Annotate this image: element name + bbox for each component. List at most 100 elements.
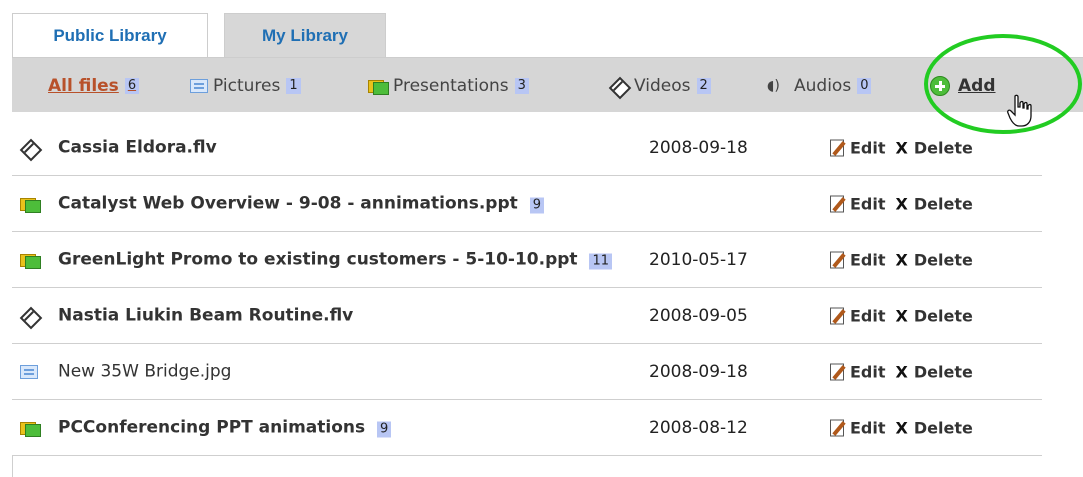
delete-label: Delete <box>913 418 973 437</box>
delete-x-icon: X <box>895 418 908 437</box>
delete-button[interactable]: X Delete <box>896 306 973 325</box>
library-tabs: Public Library My Library <box>12 13 386 58</box>
filter-audios-count: 0 <box>857 77 872 94</box>
picture-icon <box>190 78 208 93</box>
file-count-badge: 9 <box>529 197 544 213</box>
delete-x-icon: X <box>895 362 908 381</box>
row-actions: Edit X Delete <box>830 250 973 269</box>
delete-button[interactable]: X Delete <box>896 362 973 381</box>
edit-button[interactable]: Edit <box>830 138 886 157</box>
delete-x-icon: X <box>895 194 908 213</box>
file-name-link[interactable]: Cassia Eldora.flv <box>58 137 628 158</box>
file-count-badge: 9 <box>377 421 392 437</box>
row-actions: Edit X Delete <box>830 362 973 381</box>
filter-bar: All files 6 Pictures 1 Presentations 3 V… <box>12 57 1083 112</box>
table-row: Cassia Eldora.flv 2008-09-18 Edit X Dele… <box>12 120 1042 176</box>
delete-label: Delete <box>913 138 973 157</box>
presentation-icon <box>20 252 41 269</box>
edit-icon <box>830 307 848 325</box>
filter-videos-count: 2 <box>696 77 711 94</box>
edit-icon <box>830 419 848 437</box>
file-name-link[interactable]: GreenLight Promo to existing customers -… <box>58 249 628 270</box>
filter-pictures-label: Pictures <box>213 75 281 96</box>
file-date: 2008-09-18 <box>649 137 748 158</box>
table-row: Catalyst Web Overview - 9-08 - annimatio… <box>12 176 1042 232</box>
delete-x-icon: X <box>895 306 908 325</box>
file-name: GreenLight Promo to existing customers -… <box>58 249 578 269</box>
filter-presentations[interactable]: Presentations 3 <box>368 58 529 113</box>
filter-audios-label: Audios <box>794 75 852 96</box>
table-row: New 35W Bridge.jpg 2008-09-18 Edit X Del… <box>12 344 1042 400</box>
delete-label: Delete <box>913 362 973 381</box>
delete-label: Delete <box>913 250 973 269</box>
file-date: 2010-05-17 <box>649 249 748 270</box>
add-button[interactable]: Add <box>930 58 996 113</box>
edit-icon <box>830 251 848 269</box>
file-name-link[interactable]: New 35W Bridge.jpg <box>58 361 628 382</box>
table-row: GreenLight Promo to existing customers -… <box>12 232 1042 288</box>
delete-label: Delete <box>913 194 973 213</box>
file-name: Catalyst Web Overview - 9-08 - annimatio… <box>58 193 518 213</box>
file-count-badge: 11 <box>589 253 613 269</box>
filter-videos[interactable]: Videos 2 <box>609 58 711 113</box>
edit-label: Edit <box>850 138 886 157</box>
filter-all-files-count: 6 <box>124 77 140 94</box>
add-button-label: Add <box>958 75 996 96</box>
delete-x-icon: X <box>895 250 908 269</box>
tab-my-library[interactable]: My Library <box>224 13 386 58</box>
table-row: PCConferencing PPT animations 9 2008-08-… <box>12 400 1042 456</box>
filter-audios[interactable]: ◖) Audios 0 <box>767 58 872 113</box>
video-icon <box>609 78 629 94</box>
delete-button[interactable]: X Delete <box>896 250 973 269</box>
file-name: Cassia Eldora.flv <box>58 137 217 157</box>
delete-button[interactable]: X Delete <box>896 194 973 213</box>
edit-button[interactable]: Edit <box>830 250 886 269</box>
edit-label: Edit <box>850 306 886 325</box>
delete-button[interactable]: X Delete <box>896 418 973 437</box>
edit-label: Edit <box>850 194 886 213</box>
picture-icon <box>20 364 38 379</box>
filter-videos-label: Videos <box>634 75 691 96</box>
file-name: Nastia Liukin Beam Routine.flv <box>58 305 354 325</box>
plus-circle-icon <box>930 75 950 96</box>
file-date: 2008-09-18 <box>649 361 748 382</box>
table-row: Nastia Liukin Beam Routine.flv 2008-09-0… <box>12 288 1042 344</box>
file-name-link[interactable]: Nastia Liukin Beam Routine.flv <box>58 305 628 326</box>
edit-button[interactable]: Edit <box>830 362 886 381</box>
filter-pictures-count: 1 <box>286 77 301 94</box>
edit-label: Edit <box>850 250 886 269</box>
file-name: New 35W Bridge.jpg <box>58 361 232 381</box>
row-actions: Edit X Delete <box>830 418 973 437</box>
edit-button[interactable]: Edit <box>830 306 886 325</box>
edit-button[interactable]: Edit <box>830 194 886 213</box>
filter-presentations-count: 3 <box>514 77 529 94</box>
filter-all-files-label: All files <box>48 75 119 96</box>
presentation-icon <box>20 420 41 437</box>
delete-button[interactable]: X Delete <box>896 138 973 157</box>
video-icon <box>20 308 40 324</box>
file-date: 2008-09-05 <box>649 305 748 326</box>
filter-presentations-label: Presentations <box>393 75 509 96</box>
delete-label: Delete <box>913 306 973 325</box>
row-actions: Edit X Delete <box>830 138 973 157</box>
file-name: PCConferencing PPT animations <box>58 417 366 437</box>
edit-icon <box>830 139 848 157</box>
tab-public-library[interactable]: Public Library <box>12 13 208 58</box>
filter-pictures[interactable]: Pictures 1 <box>190 58 301 113</box>
file-name-link[interactable]: Catalyst Web Overview - 9-08 - annimatio… <box>58 193 628 214</box>
row-actions: Edit X Delete <box>830 194 973 213</box>
edit-icon <box>830 363 848 381</box>
edit-label: Edit <box>850 418 886 437</box>
file-name-link[interactable]: PCConferencing PPT animations 9 <box>58 417 628 438</box>
audio-icon: ◖) <box>767 77 780 94</box>
file-date: 2008-08-12 <box>649 417 748 438</box>
edit-icon <box>830 195 848 213</box>
row-actions: Edit X Delete <box>830 306 973 325</box>
presentation-icon <box>20 196 41 213</box>
file-list: Cassia Eldora.flv 2008-09-18 Edit X Dele… <box>12 120 1042 456</box>
delete-x-icon: X <box>895 138 908 157</box>
filter-all-files[interactable]: All files 6 <box>48 58 140 113</box>
edit-button[interactable]: Edit <box>830 418 886 437</box>
list-border <box>12 455 13 477</box>
video-icon <box>20 140 40 156</box>
